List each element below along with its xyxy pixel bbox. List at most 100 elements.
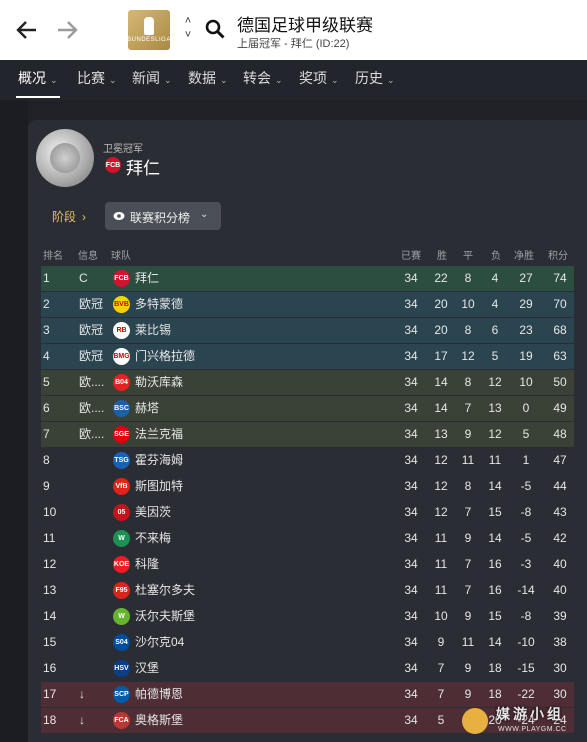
search-icon[interactable] (204, 18, 228, 42)
champion-crest-icon[interactable]: FCB (105, 157, 121, 173)
page-title: 德国足球甲级联赛 (237, 16, 373, 35)
team-crest-icon[interactable]: TSG (113, 452, 130, 469)
team-crest-icon[interactable]: KOE (113, 556, 130, 573)
rank-cell: 10 (43, 505, 57, 519)
table-row[interactable]: 16 汉堡 34 7 9 18 -15 30 HSV (41, 656, 574, 681)
team-crest-icon[interactable]: SGE (113, 426, 130, 443)
stage-link[interactable]: 阶段 › (52, 208, 86, 225)
table-row[interactable]: 9 斯图加特 34 12 8 14 -5 44 VfB (41, 474, 574, 499)
drawn-cell: 8 (464, 271, 472, 285)
table-row[interactable]: 18↓奥格斯堡345920-2424FCA (41, 708, 574, 733)
table-row[interactable]: 12 科隆 34 11 7 16 -3 40 KOE (41, 552, 574, 577)
team-name[interactable]: 勒沃库森 (135, 370, 183, 395)
table-row[interactable]: 14 沃尔夫斯堡 34 10 9 15 -8 39 W (41, 604, 574, 629)
col-team[interactable]: 球队 (111, 247, 131, 262)
tab-transfers[interactable]: 转会 ⌄ (241, 60, 285, 96)
team-crest-icon[interactable]: F95 (113, 582, 130, 599)
team-name[interactable]: 美因茨 (135, 500, 171, 525)
rank-cell: 7 (43, 427, 50, 441)
table-row[interactable]: 10 美因茨 34 12 7 15 -8 43 05 (41, 500, 574, 525)
team-name[interactable]: 多特蒙德 (135, 292, 183, 317)
team-name[interactable]: 赫塔 (135, 396, 159, 421)
rank-cell: 18 (43, 713, 57, 727)
team-name[interactable]: 科隆 (135, 552, 159, 577)
played-cell: 34 (404, 635, 418, 649)
team-name[interactable]: 霍芬海姆 (135, 448, 183, 473)
team-crest-icon[interactable]: SCP (113, 686, 130, 703)
played-cell: 34 (404, 687, 418, 701)
team-name[interactable]: 斯图加特 (135, 474, 183, 499)
chevron-down-icon: ⌄ (220, 75, 228, 85)
tab-overview[interactable]: 概况 ⌄ (16, 60, 60, 98)
team-name[interactable]: 帕德博恩 (135, 682, 183, 707)
page-subtitle: 上届冠军 - 拜仁 (ID:22) (237, 38, 350, 50)
table-row[interactable]: 8 霍芬海姆 34 12 11 11 1 47 TSG (41, 448, 574, 473)
team-name[interactable]: 不来梅 (135, 526, 171, 551)
lost-cell: 15 (488, 505, 502, 519)
team-crest-icon[interactable]: W (113, 530, 130, 547)
team-name[interactable]: 法兰克福 (135, 422, 183, 447)
league-logo[interactable]: BUNDESLIGA (127, 10, 170, 50)
team-name[interactable]: 拜仁 (135, 266, 159, 291)
tab-matches[interactable]: 比赛 ⌄ (75, 60, 119, 96)
team-crest-icon[interactable]: FCB (113, 270, 130, 287)
team-name[interactable]: 莱比锡 (135, 318, 171, 343)
team-name[interactable]: 门兴格拉德 (135, 344, 195, 369)
col-info[interactable]: 信息 (78, 247, 98, 262)
table-row[interactable]: 2 欧冠 多特蒙德 34 20 10 4 29 70 BVB (41, 292, 574, 317)
team-crest-icon[interactable]: W (113, 608, 130, 625)
back-arrow-icon[interactable] (12, 14, 42, 46)
col-lost[interactable]: 负 (491, 247, 501, 262)
lost-cell: 14 (488, 531, 502, 545)
champion-name[interactable]: 拜仁 (126, 154, 160, 179)
team-crest-icon[interactable]: VfB (113, 478, 130, 495)
drawn-cell: 9 (464, 531, 472, 545)
team-crest-icon[interactable]: RB (113, 322, 130, 339)
points-cell: 50 (553, 375, 567, 389)
team-name[interactable]: 杜塞尔多夫 (135, 578, 195, 603)
team-name[interactable]: 沙尔克04 (135, 630, 184, 655)
team-crest-icon[interactable]: FCA (113, 712, 130, 729)
team-crest-icon[interactable]: BVB (113, 296, 130, 313)
table-row[interactable]: 3 欧冠 莱比锡 34 20 8 6 23 68 RB (41, 318, 574, 343)
team-crest-icon[interactable]: BMG (113, 348, 130, 365)
team-crest-icon[interactable]: 05 (113, 504, 130, 521)
col-rank[interactable]: 排名 (43, 247, 63, 262)
team-crest-icon[interactable]: B04 (113, 374, 130, 391)
col-won[interactable]: 胜 (437, 247, 447, 262)
played-cell: 34 (404, 661, 418, 675)
drawn-cell: 9 (464, 687, 472, 701)
team-name[interactable]: 沃尔夫斯堡 (135, 604, 195, 629)
table-row[interactable]: 7 欧.... 法兰克福 34 13 9 12 5 48 SGE (41, 422, 574, 447)
table-row[interactable]: 1 C 拜仁 34 22 8 4 27 74 FCB (41, 266, 574, 291)
table-row[interactable]: 17 ↓ 帕德博恩 34 7 9 18 -22 30 SCP (41, 682, 574, 707)
table-row[interactable]: 11 不来梅 34 11 9 14 -5 42 W (41, 526, 574, 551)
team-name[interactable]: 奥格斯堡 (135, 708, 183, 733)
league-switch-chevrons-icon[interactable]: ˄ ˅ (180, 14, 196, 42)
table-row[interactable]: 4 欧冠 门兴格拉德 34 17 12 5 19 63 BMG (41, 344, 574, 369)
points-cell: 70 (553, 297, 567, 311)
won-cell: 12 (434, 479, 448, 493)
tab-awards[interactable]: 奖项 ⌄ (297, 60, 341, 96)
rank-cell: 11 (43, 531, 56, 545)
forward-arrow-icon[interactable] (52, 14, 82, 46)
col-played[interactable]: 已赛 (401, 247, 421, 262)
tab-news[interactable]: 新闻 ⌄ (130, 60, 174, 96)
team-name[interactable]: 汉堡 (135, 656, 159, 681)
goal-diff-cell: 1 (522, 453, 530, 467)
tab-history[interactable]: 历史 ⌄ (353, 60, 397, 96)
table-row[interactable]: 13 杜塞尔多夫 34 11 7 16 -14 40 F95 (41, 578, 574, 603)
won-cell: 9 (437, 635, 445, 649)
team-crest-icon[interactable]: BSC (113, 400, 130, 417)
table-row[interactable]: 5 欧.... 勒沃库森 34 14 8 12 10 50 B04 (41, 370, 574, 395)
tab-stats[interactable]: 数据 ⌄ (186, 60, 230, 96)
points-cell: 68 (553, 323, 567, 337)
col-points[interactable]: 积分 (548, 247, 568, 262)
table-view-dropdown[interactable]: 联赛积分榜 ⌄ (105, 202, 221, 230)
col-drawn[interactable]: 平 (463, 247, 473, 262)
col-goal-diff[interactable]: 净胜 (514, 247, 534, 262)
team-crest-icon[interactable]: S04 (113, 634, 130, 651)
table-row[interactable]: 15 沙尔克04 34 9 11 14 -10 38 S04 (41, 630, 574, 655)
table-row[interactable]: 6 欧.... 赫塔 34 14 7 13 0 49 BSC (41, 396, 574, 421)
team-crest-icon[interactable]: HSV (113, 660, 130, 677)
